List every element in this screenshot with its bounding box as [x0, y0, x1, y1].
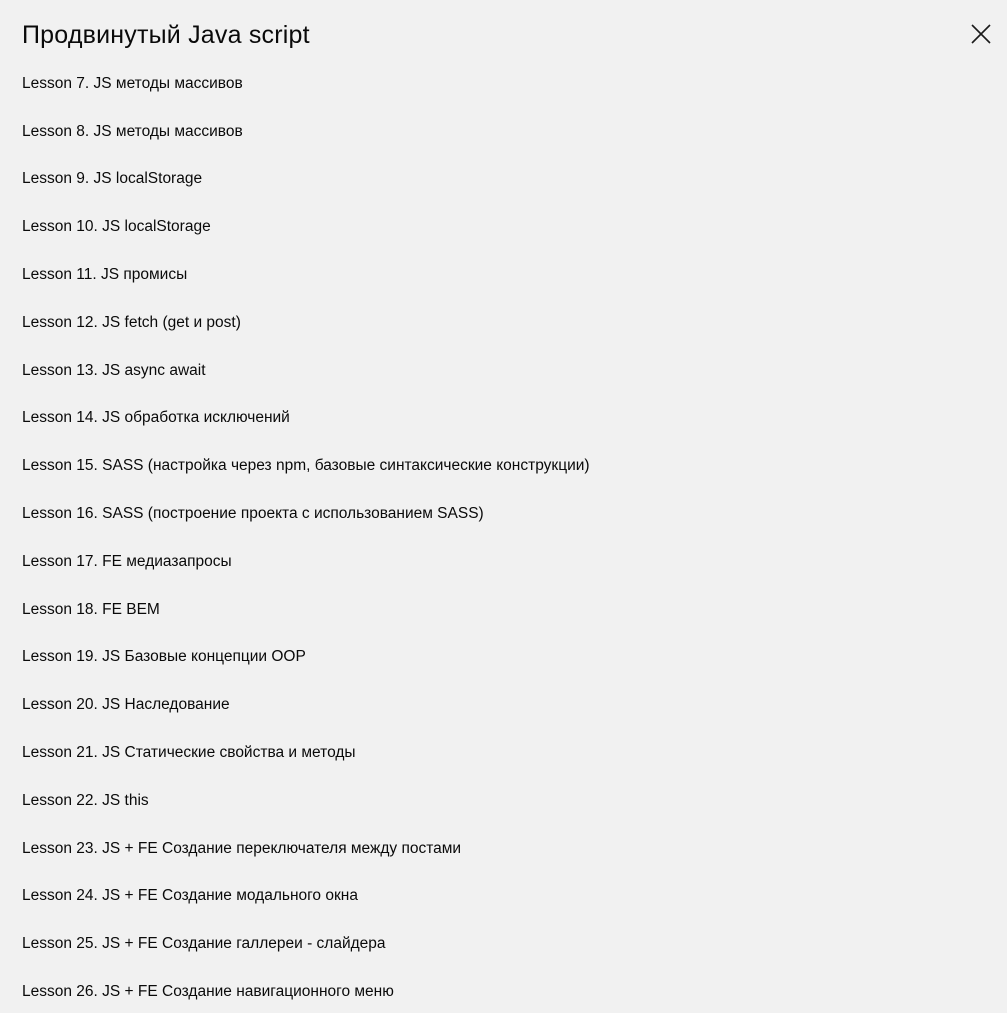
lesson-item[interactable]: Lesson 25. JS + FE Создание галлереи - с… — [22, 920, 590, 968]
lesson-item[interactable]: Lesson 14. JS обработка исключений — [22, 395, 590, 443]
lesson-item[interactable]: Lesson 11. JS промисы — [22, 251, 590, 299]
course-modal: Продвинутый Java script Lesson 7. JS мет… — [0, 0, 1007, 1013]
lesson-item[interactable]: Lesson 15. SASS (настройка через npm, ба… — [22, 442, 590, 490]
lesson-item[interactable]: Lesson 7. JS методы массивов — [22, 60, 590, 108]
lesson-item[interactable]: Lesson 22. JS this — [22, 777, 590, 825]
close-icon — [971, 24, 991, 44]
lesson-list: Lesson 7. JS методы массивов Lesson 8. J… — [22, 60, 590, 1013]
close-button[interactable] — [968, 21, 994, 47]
lesson-item[interactable]: Lesson 8. JS методы массивов — [22, 108, 590, 156]
lesson-item[interactable]: Lesson 24. JS + FE Создание модального о… — [22, 873, 590, 921]
modal-title: Продвинутый Java script — [22, 21, 310, 49]
lesson-item[interactable]: Lesson 23. JS + FE Создание переключател… — [22, 825, 590, 873]
lesson-item[interactable]: Lesson 17. FE медиазапросы — [22, 538, 590, 586]
lesson-item[interactable]: Lesson 19. JS Базовые концепции ООР — [22, 634, 590, 682]
lesson-item[interactable]: Lesson 26. JS + FE Создание навигационно… — [22, 968, 590, 1013]
lesson-item[interactable]: Lesson 20. JS Наследование — [22, 681, 590, 729]
lesson-item[interactable]: Lesson 13. JS async await — [22, 347, 590, 395]
lesson-item[interactable]: Lesson 21. JS Статические свойства и мет… — [22, 729, 590, 777]
lesson-item[interactable]: Lesson 10. JS localStorage — [22, 203, 590, 251]
lesson-item[interactable]: Lesson 9. JS localStorage — [22, 156, 590, 204]
lesson-item[interactable]: Lesson 16. SASS (построение проекта с ис… — [22, 490, 590, 538]
lesson-item[interactable]: Lesson 18. FE BEM — [22, 586, 590, 634]
lesson-item[interactable]: Lesson 12. JS fetch (get и post) — [22, 299, 590, 347]
